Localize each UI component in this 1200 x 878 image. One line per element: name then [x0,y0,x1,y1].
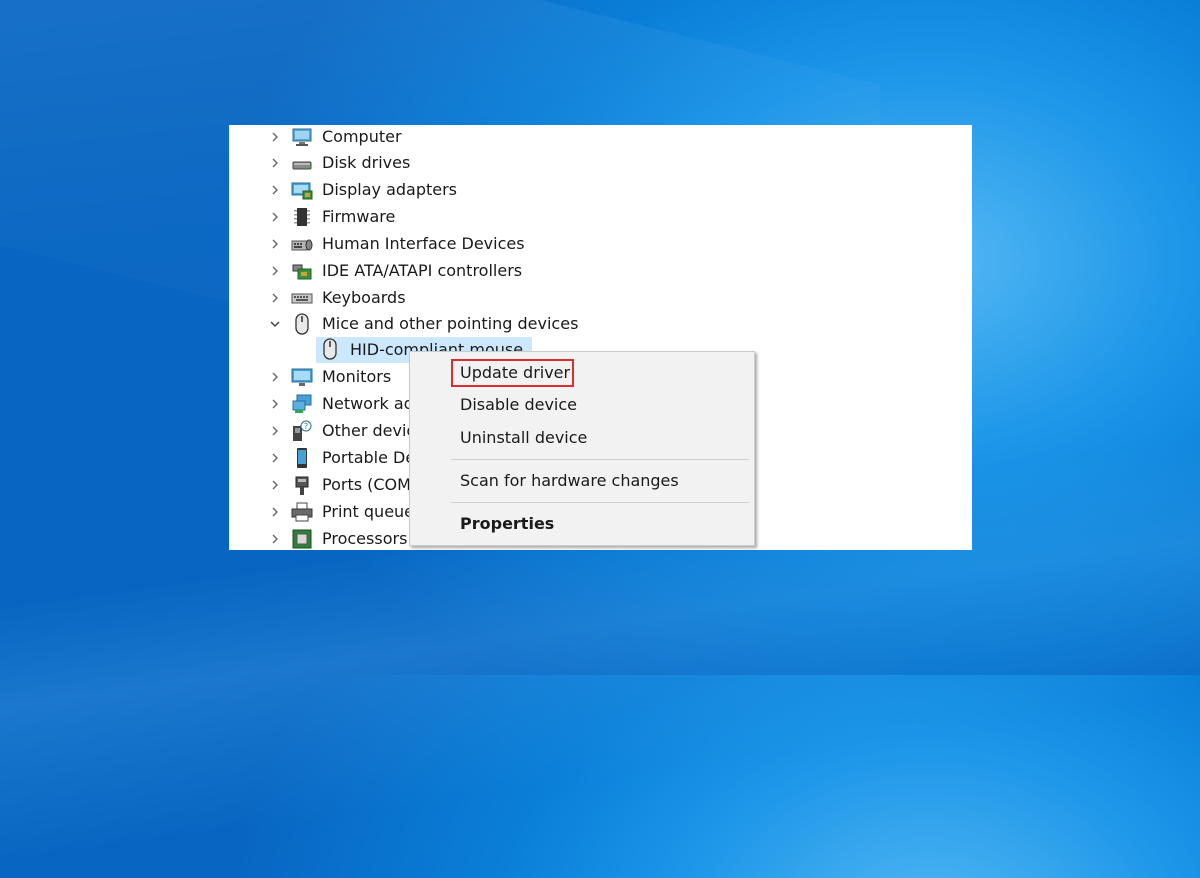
printer-icon [291,501,313,523]
chevron-right-icon[interactable] [269,398,281,410]
tree-item-label: Portable De [322,448,416,467]
tree-item-label: Mice and other pointing devices [322,314,579,333]
menu-item-label: Properties [460,514,555,533]
keyboard-icon [291,287,313,309]
chevron-right-icon[interactable] [269,371,281,383]
monitor-icon [291,366,313,388]
tree-item-label: Monitors [322,367,392,386]
context-menu: Update driver Disable device Uninstall d… [409,351,755,546]
tree-item-human-interface-devices[interactable]: Human Interface Devices [229,232,972,256]
mouse-icon [291,313,313,335]
chevron-right-icon[interactable] [269,238,281,250]
tree-item-label: Processors [322,529,408,548]
menu-separator [451,459,749,460]
tree-item-label: Ports (COM [322,475,411,494]
tree-item-mice[interactable]: Mice and other pointing devices [229,312,972,336]
menu-item-label: Uninstall device [460,428,588,447]
menu-item-scan-hardware[interactable]: Scan for hardware changes [410,466,754,494]
portable-device-icon [291,447,313,469]
tree-item-ide-controllers[interactable]: IDE ATA/ATAPI controllers [229,259,972,283]
menu-item-uninstall-device[interactable]: Uninstall device [410,423,754,451]
mouse-icon [319,338,341,360]
processor-icon [291,528,313,550]
tree-item-display-adapters[interactable]: Display adapters [229,178,972,202]
computer-icon [291,126,313,148]
svg-text:?: ? [304,422,308,431]
tree-item-disk-drives[interactable]: Disk drives [229,151,972,175]
chevron-right-icon[interactable] [269,452,281,464]
tree-item-label: Network ad [322,394,414,413]
tree-item-keyboards[interactable]: Keyboards [229,286,972,310]
menu-item-properties[interactable]: Properties [410,509,754,537]
tree-item-label: Human Interface Devices [322,234,525,253]
chevron-down-icon[interactable] [269,318,281,330]
tree-item-label: IDE ATA/ATAPI controllers [322,261,523,280]
other-devices-icon: ? [291,420,313,442]
disk-drive-icon [291,152,313,174]
ports-icon [291,474,313,496]
tree-item-label: Disk drives [322,153,411,172]
hid-icon [291,233,313,255]
tree-item-label: Other devic [322,421,416,440]
highlight-box [451,359,574,387]
chevron-right-icon[interactable] [269,506,281,518]
chevron-right-icon[interactable] [269,211,281,223]
firmware-icon [291,206,313,228]
tree-item-label: Firmware [322,207,396,226]
chevron-right-icon[interactable] [269,533,281,545]
tree-item-label: Print queue [322,502,415,521]
network-adapter-icon [291,393,313,415]
chevron-right-icon[interactable] [269,425,281,437]
chevron-right-icon[interactable] [269,265,281,277]
menu-item-update-driver[interactable]: Update driver [410,358,754,387]
display-adapter-icon [291,179,313,201]
menu-separator [451,502,749,503]
chevron-right-icon[interactable] [269,184,281,196]
chevron-right-icon[interactable] [269,292,281,304]
tree-item-firmware[interactable]: Firmware [229,205,972,229]
chevron-right-icon[interactable] [269,131,281,143]
tree-item-label: Computer [322,127,402,146]
chevron-right-icon[interactable] [269,479,281,491]
ide-controller-icon [291,260,313,282]
tree-item-label: Display adapters [322,180,458,199]
tree-item-label: Keyboards [322,288,406,307]
menu-item-disable-device[interactable]: Disable device [410,390,754,418]
chevron-right-icon[interactable] [269,157,281,169]
menu-item-label: Scan for hardware changes [460,471,679,490]
tree-item-computer[interactable]: Computer [229,125,972,149]
menu-item-label: Disable device [460,395,577,414]
